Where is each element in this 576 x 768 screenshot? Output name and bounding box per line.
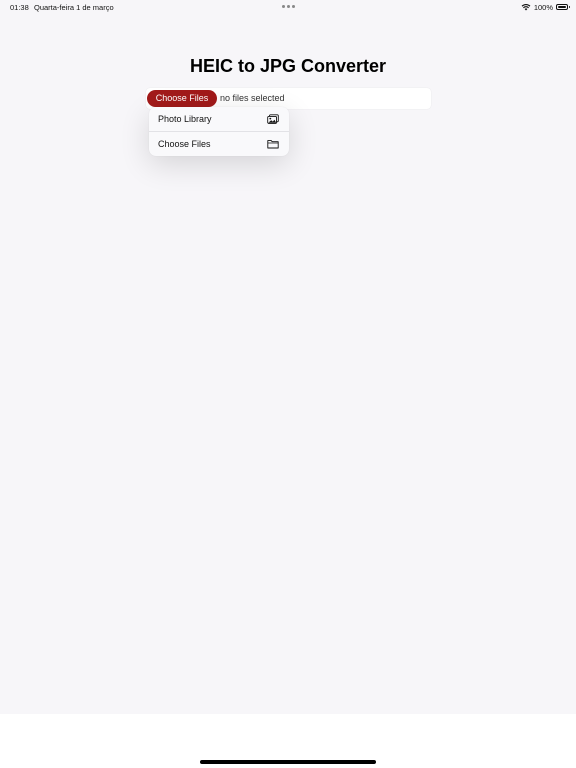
screen: 01:38 Quarta-feira 1 de março 100% HEIC …	[0, 0, 576, 768]
folder-icon	[267, 140, 279, 149]
menu-item-photo-library[interactable]: Photo Library	[149, 107, 289, 131]
wifi-icon	[521, 4, 531, 11]
battery-percentage: 100%	[533, 2, 553, 12]
choose-files-button[interactable]: Choose Files	[147, 90, 217, 107]
menu-item-label: Choose Files	[158, 139, 211, 149]
file-source-menu: Photo Library Choose Files	[149, 107, 289, 156]
multitasking-dots-icon[interactable]	[282, 2, 295, 8]
status-right: 100%	[521, 2, 570, 12]
status-date: Quarta-feira 1 de março	[34, 3, 114, 12]
photo-library-icon	[267, 114, 279, 124]
file-input[interactable]: Choose Files no files selected	[146, 88, 431, 109]
status-time: 01:38	[10, 3, 29, 12]
file-status-text: no files selected	[220, 93, 285, 103]
menu-item-choose-files[interactable]: Choose Files	[149, 132, 289, 156]
status-bar: 01:38 Quarta-feira 1 de março 100%	[0, 0, 576, 14]
menu-item-label: Photo Library	[158, 114, 212, 124]
page-title: HEIC to JPG Converter	[189, 56, 387, 76]
battery-icon	[556, 4, 570, 10]
home-indicator[interactable]	[200, 760, 376, 764]
